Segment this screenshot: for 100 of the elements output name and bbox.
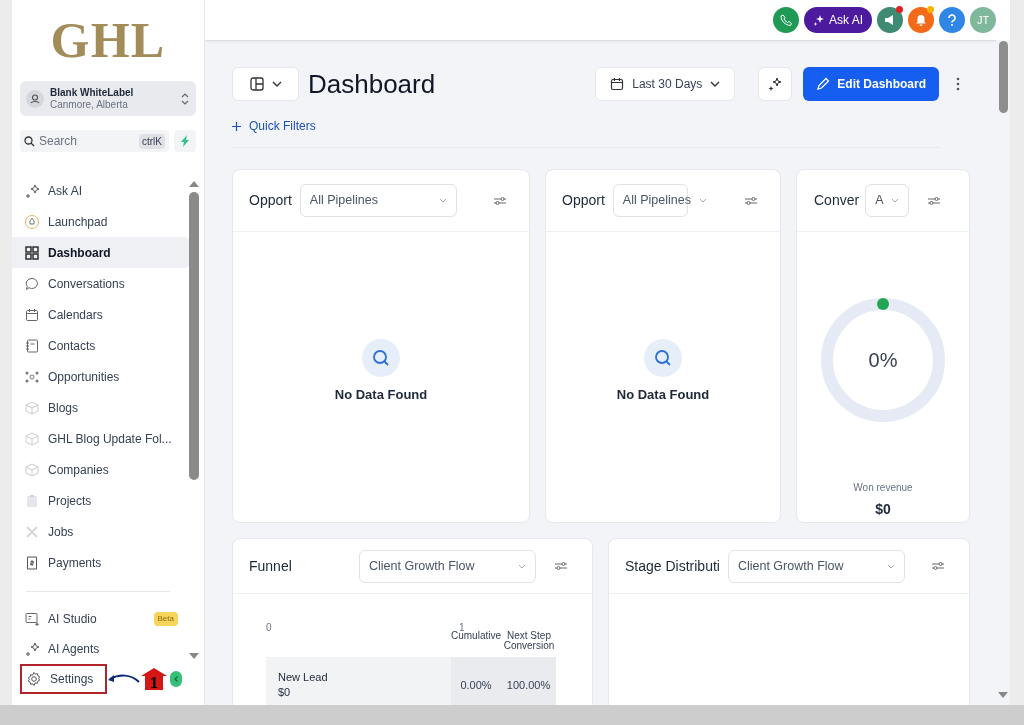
layout-button[interactable] [232,67,299,101]
settings-icon [26,671,42,687]
cube-icon [24,430,40,447]
chevron-down-icon [438,198,447,203]
question-icon [947,14,957,26]
empty-message: No Data Found [616,386,710,404]
filter-settings-icon [554,561,568,571]
megaphone-icon [884,14,896,26]
search-empty-icon [362,339,400,377]
cube-icon [24,461,40,478]
search-icon [24,135,35,147]
account-name: Blank WhiteLabel [50,86,135,99]
user-icon [26,89,44,108]
sparkle-icon [24,641,40,657]
table-cell: 100.00% [501,657,556,705]
lightning-icon [180,135,190,147]
cube-icon [24,399,40,416]
quick-filters-link[interactable]: Quick Filters [232,117,316,135]
percentage-value: 0% [868,348,898,373]
caption: Won revenue [853,481,913,495]
widget-title: Funnel [249,556,293,576]
scroll-down-icon [997,691,1009,699]
phone-icon [780,14,792,26]
clipboard-icon [24,492,40,509]
table-cell: 0.00% [451,657,501,705]
scrollbar-thumb[interactable] [998,41,1008,113]
date-range-button[interactable]: Last 30 Days [595,67,736,101]
filter-settings-icon [927,195,941,206]
nav-item[interactable]: Settings [20,664,108,694]
nav-item[interactable]: Payments [12,547,190,578]
pipeline-select[interactable]: All Pipelines [299,184,457,217]
ai-studio-icon [24,611,40,627]
contact-book-icon [24,337,40,354]
announcements-button[interactable] [877,7,903,33]
nav-item[interactable]: Projects [12,485,190,516]
search-empty-icon [644,339,682,377]
plus-icon [232,121,241,131]
widget-title: Opport [562,191,605,210]
nav-item[interactable]: Launchpad [12,206,190,237]
widget-title: Opport [249,191,292,210]
tools-icon [24,523,40,540]
chat-bubble-icon [24,275,40,292]
pipeline-select[interactable]: Client Growth Flow [359,549,536,583]
magic-button[interactable] [758,67,793,101]
quick-action-button[interactable] [174,130,196,152]
sparkle-icon [24,182,40,199]
logo: GHL [49,10,167,70]
account-location: Canmore, Alberta [50,98,129,111]
scroll-down-icon [188,652,200,660]
amount: $0 [875,500,891,519]
nav-item[interactable]: Jobs [12,516,190,547]
stage-name: New Lead [278,670,329,685]
receipt-icon [24,554,40,571]
chevron-down-icon [886,563,895,569]
account-switcher[interactable]: Blank WhiteLabel Canmore, Alberta [20,81,196,116]
nav-item[interactable]: Ask AI [12,175,190,206]
notifications-button[interactable] [908,7,934,33]
chevron-down-icon [698,198,707,203]
help-button[interactable] [939,7,965,33]
layout-icon [249,77,264,91]
nav-item[interactable]: GHL Blog Update Fol... [12,423,190,454]
grid-icon [24,244,40,261]
nav-item[interactable]: Contacts [12,330,190,361]
phone-button[interactable] [773,7,799,33]
nav-item[interactable]: AI Studio Beta [20,604,182,634]
chevron-down-icon [891,198,900,203]
calendar-icon [610,77,625,91]
beta-badge: Beta [153,612,178,626]
pipeline-select[interactable]: Client Growth Flow [727,549,905,583]
stage-amount: $0 [278,685,292,700]
filter-settings-icon [744,195,758,206]
filter-settings-icon [493,195,507,206]
edit-dashboard-button[interactable]: Edit Dashboard [803,67,939,101]
scrollbar-thumb[interactable] [189,192,199,480]
nav-item[interactable]: Opportunities [12,361,190,392]
chevron-down-icon [518,563,526,569]
nav-item[interactable]: Calendars [12,299,190,330]
column-header: Next Step Conversion [502,631,556,651]
collapse-button[interactable] [170,671,182,687]
pencil-icon [816,77,831,91]
shortcut-key: ctrlK [139,133,165,149]
axis-label: 1 [459,621,465,633]
page-title: Dashboard [308,67,437,101]
empty-message: No Data Found [334,386,428,404]
widget-title: Stage Distributi [625,556,720,576]
nav-item[interactable]: Conversations [12,268,190,299]
bell-icon [915,14,927,26]
pipeline-select[interactable]: A [865,184,910,217]
scroll-up-icon [188,180,200,188]
nav-item[interactable]: AI Agents [20,634,182,664]
nav-item[interactable]: Blogs [12,392,190,423]
nav-item[interactable]: Companies [12,454,190,485]
column-header: Cumulative [451,631,501,643]
filter-settings-icon [931,561,945,571]
sparkle-icon [813,14,825,26]
nav-item[interactable]: Dashboard [12,237,190,268]
chevron-down-icon [271,81,282,87]
ask-ai-button[interactable]: Ask AI [804,7,872,33]
chevron-down-icon [710,81,721,87]
search-field[interactable]: Search ctrlK [20,130,169,152]
